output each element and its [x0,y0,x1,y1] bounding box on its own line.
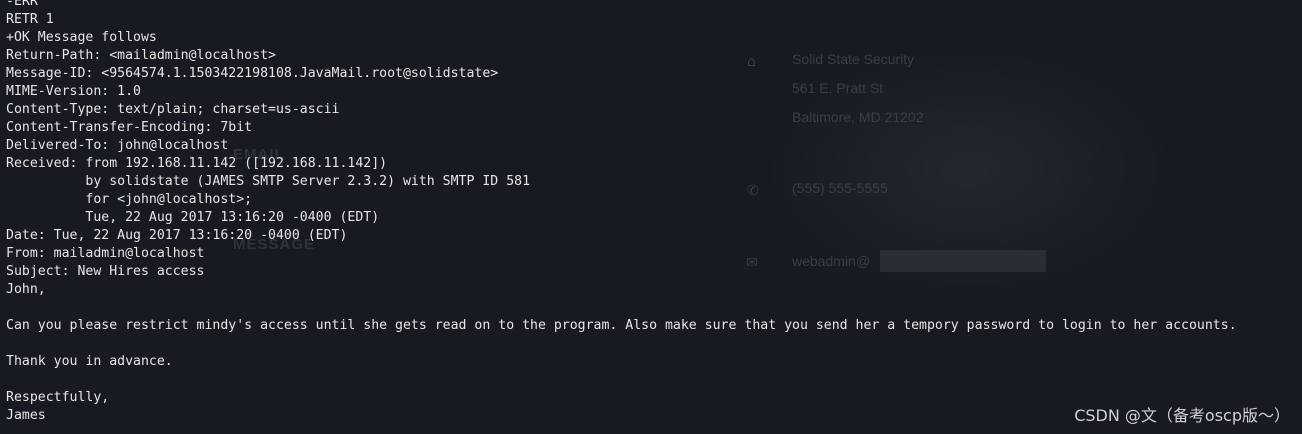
terminal-line: James [6,408,46,423]
terminal-line: Thank you in advance. [6,354,173,369]
terminal-line: Message-ID: <9564574.1.1503422198108.Jav… [6,66,499,81]
terminal-line: MIME-Version: 1.0 [6,84,141,99]
terminal-line: +OK Message follows [6,30,157,45]
terminal-line: Received: from 192.168.11.142 ([192.168.… [6,156,388,171]
terminal-line: Content-Transfer-Encoding: 7bit [6,120,253,135]
terminal-line: Tue, 22 Aug 2017 13:16:20 -0400 (EDT) [6,210,380,225]
terminal-line: RETR 1 [6,12,54,27]
terminal-line: by solidstate (JAMES SMTP Server 2.3.2) … [6,174,531,189]
terminal-line: for <john@localhost>; [6,192,253,207]
terminal-line: Date: Tue, 22 Aug 2017 13:16:20 -0400 (E… [6,228,348,243]
terminal-line: Delivered-To: john@localhost [6,138,229,153]
terminal-line: Can you please restrict mindy's access u… [6,318,1237,333]
watermark: CSDN @文（备考oscp版～） [1074,406,1290,425]
terminal-line: Content-Type: text/plain; charset=us-asc… [6,102,340,117]
terminal-line: John, [6,282,46,297]
terminal-output: -ERR RETR 1 +OK Message follows Return-Path… [6,0,1237,425]
terminal-line: From: mailadmin@localhost [6,246,205,261]
terminal-line: Return-Path: <mailadmin@localhost> [6,48,276,63]
terminal-line: Respectfully, [6,390,110,405]
terminal-line: Subject: New Hires access [6,264,205,279]
terminal-line: -ERR [6,0,38,9]
